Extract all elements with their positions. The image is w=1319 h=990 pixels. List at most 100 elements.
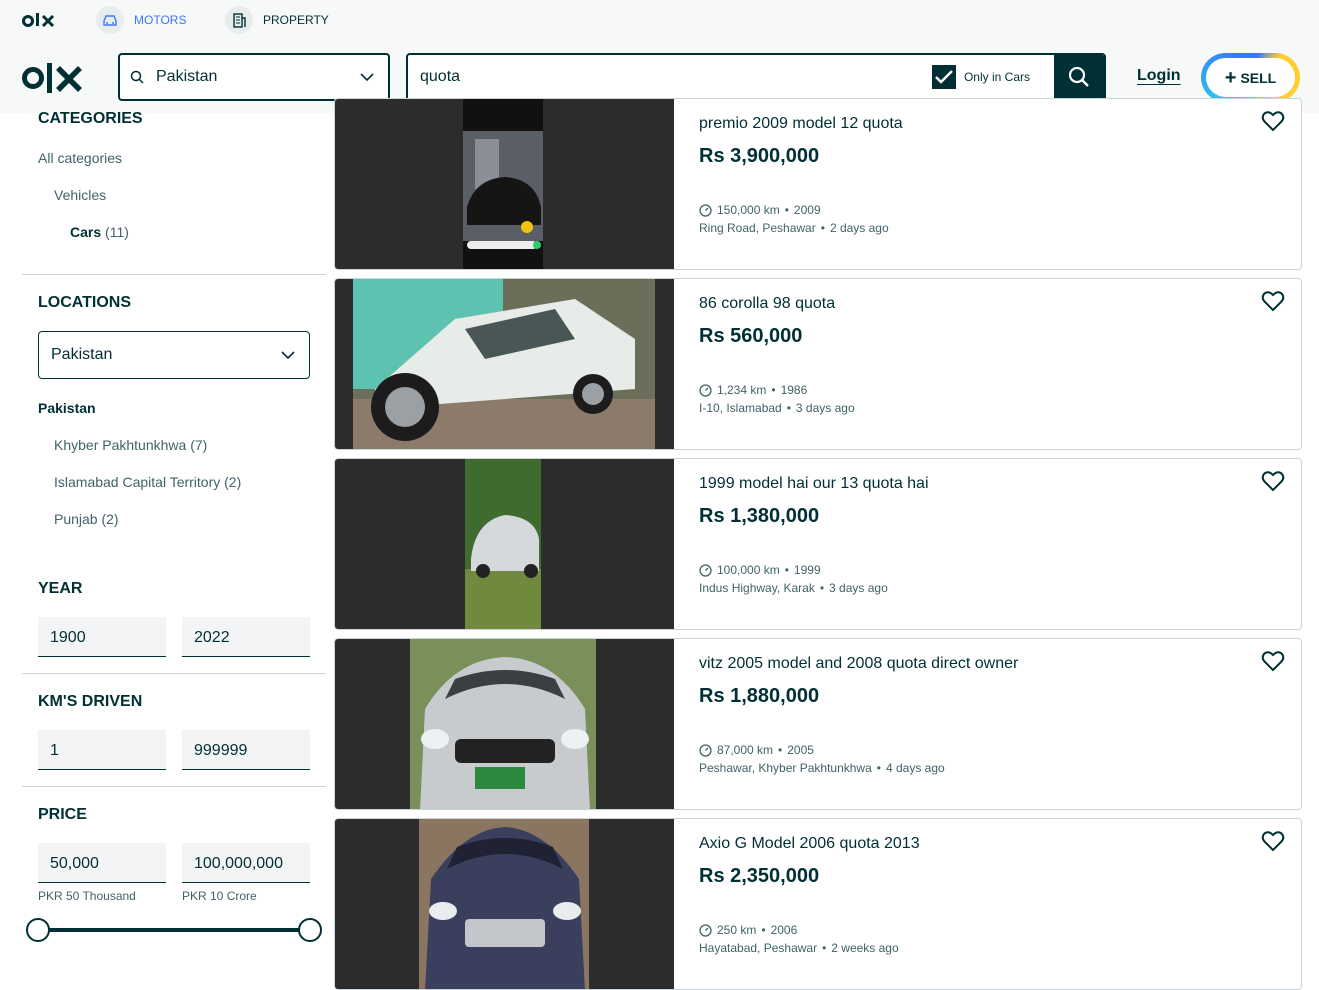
- heart-icon[interactable]: [1261, 649, 1285, 673]
- speedometer-icon: [699, 563, 712, 577]
- listing-price: Rs 560,000: [699, 325, 803, 347]
- listing-time: 2 days ago: [829, 221, 889, 235]
- region-link-islamabad[interactable]: Islamabad Capital Territory (2): [54, 474, 241, 490]
- heart-icon[interactable]: [1261, 469, 1285, 493]
- price-max-input[interactable]: 100,000,000: [182, 843, 310, 883]
- cars-category[interactable]: Cars (11): [70, 224, 129, 240]
- listing-location: Ring Road, Peshawar: [699, 221, 816, 235]
- location-select[interactable]: Pakistan: [118, 53, 390, 101]
- listing-meta: 100,000 km • 1999: [699, 563, 821, 577]
- only-in-cars-label: Only in Cars: [963, 70, 1030, 84]
- search-input[interactable]: quota: [408, 68, 932, 86]
- location-filter-select[interactable]: Pakistan: [38, 331, 310, 379]
- speedometer-icon: [699, 743, 712, 757]
- region-link-punjab[interactable]: Punjab (2): [54, 511, 119, 527]
- listing-km: 87,000 km: [717, 743, 774, 757]
- price-slider-min-handle[interactable]: [26, 918, 50, 942]
- listing-time: 3 days ago: [829, 581, 888, 595]
- nav-property-label: PROPERTY: [263, 13, 329, 27]
- listing-title[interactable]: 86 corolla 98 quota: [699, 295, 835, 313]
- listing-price: Rs 2,350,000: [699, 865, 820, 887]
- listing-card[interactable]: vitz 2005 model and 2008 quota direct ow…: [334, 638, 1302, 810]
- listing-km: 250 km: [717, 923, 757, 937]
- listing-title[interactable]: Axio G Model 2006 quota 2013: [699, 835, 920, 853]
- listing-location-row: I-10, Islamabad • 3 days ago: [699, 401, 855, 415]
- listing-year: 1986: [780, 383, 808, 397]
- heart-icon[interactable]: [1261, 829, 1285, 853]
- sell-label: SELL: [1240, 69, 1277, 86]
- categories-heading: CATEGORIES: [38, 110, 143, 127]
- listing-km: 100,000 km: [717, 563, 780, 577]
- price-max-hint: PKR 10 Crore: [182, 889, 257, 903]
- olx-logo-small[interactable]: [22, 10, 58, 30]
- listing-year: 1999: [793, 563, 821, 577]
- nav-property[interactable]: PROPERTY: [225, 6, 329, 34]
- speedometer-icon: [699, 203, 712, 217]
- listing-km: 1,234 km: [717, 383, 767, 397]
- price-heading: PRICE: [38, 806, 87, 823]
- search-button[interactable]: [1054, 55, 1104, 99]
- checkbox-checked[interactable]: [931, 65, 956, 89]
- km-max-input[interactable]: 999999: [182, 730, 310, 770]
- listing-photo[interactable]: [335, 639, 674, 809]
- price-slider-track[interactable]: [38, 928, 310, 932]
- location-filter-value: Pakistan: [51, 346, 113, 363]
- listing-location-row: Ring Road, Peshawar • 2 days ago: [699, 221, 889, 235]
- nav-motors[interactable]: MOTORS: [96, 6, 186, 34]
- listing-card[interactable]: 86 corolla 98 quota Rs 560,000 1,234 km •…: [334, 278, 1302, 450]
- location-group-label: Pakistan: [38, 400, 96, 416]
- listing-photo[interactable]: [335, 459, 674, 629]
- login-link[interactable]: Login: [1137, 67, 1181, 85]
- chevron-down-icon: [281, 351, 295, 359]
- header: MOTORS PROPERTY Pakistan quota Only in C…: [0, 0, 1319, 113]
- listing-title[interactable]: vitz 2005 model and 2008 quota direct ow…: [699, 655, 1018, 673]
- only-in-cars-toggle[interactable]: Only in Cars: [931, 65, 1030, 89]
- year-min-input[interactable]: 1900: [38, 617, 166, 657]
- price-slider-max-handle[interactable]: [298, 918, 322, 942]
- listing-meta: 250 km • 2006: [699, 923, 797, 937]
- listing-year: 2006: [770, 923, 798, 937]
- listing-year: 2005: [787, 743, 814, 757]
- listing-year: 2009: [793, 203, 821, 217]
- listing-location: Indus Highway, Karak: [699, 581, 815, 595]
- listing-title[interactable]: 1999 model hai our 13 quota hai: [699, 475, 929, 493]
- listing-time: 3 days ago: [795, 401, 855, 415]
- nav-motors-label: MOTORS: [134, 13, 187, 27]
- listing-location-row: Hayatabad, Peshawar • 2 weeks ago: [699, 941, 899, 955]
- heart-icon[interactable]: [1261, 289, 1285, 313]
- search-bar: quota Only in Cars: [406, 53, 1106, 101]
- vehicles-link[interactable]: Vehicles: [54, 187, 106, 203]
- all-categories-link[interactable]: All categories: [38, 150, 122, 166]
- divider: [22, 274, 326, 275]
- chevron-down-icon: [360, 73, 374, 81]
- olx-logo[interactable]: [22, 60, 84, 96]
- price-min-input[interactable]: 50,000: [38, 843, 166, 883]
- listing-price: Rs 3,900,000: [699, 145, 820, 167]
- km-heading: KM'S DRIVEN: [38, 693, 143, 710]
- year-max-input[interactable]: 2022: [182, 617, 310, 657]
- listing-card[interactable]: Axio G Model 2006 quota 2013 Rs 2,350,00…: [334, 818, 1302, 990]
- year-heading: YEAR: [38, 580, 83, 597]
- speedometer-icon: [699, 383, 712, 397]
- speedometer-icon: [699, 923, 712, 937]
- listing-photo[interactable]: [335, 279, 674, 449]
- listing-photo[interactable]: [335, 819, 674, 989]
- listing-price: Rs 1,380,000: [699, 505, 820, 527]
- listing-title[interactable]: premio 2009 model 12 quota: [699, 115, 903, 133]
- listing-location: Peshawar, Khyber Pakhtunkhwa: [699, 761, 872, 775]
- cars-count: (11): [105, 224, 129, 240]
- listing-photo[interactable]: [335, 99, 674, 269]
- listing-card[interactable]: premio 2009 model 12 quota Rs 3,900,000 …: [334, 98, 1302, 270]
- building-icon: [225, 6, 253, 34]
- heart-icon[interactable]: [1261, 109, 1285, 133]
- location-value: Pakistan: [156, 68, 218, 85]
- listing-card[interactable]: 1999 model hai our 13 quota hai Rs 1,380…: [334, 458, 1302, 630]
- locations-heading: LOCATIONS: [38, 294, 132, 311]
- sell-button[interactable]: + SELL: [1201, 53, 1300, 102]
- listing-km: 150,000 km: [717, 203, 780, 217]
- km-min-input[interactable]: 1: [38, 730, 166, 770]
- region-link-kpk[interactable]: Khyber Pakhtunkhwa (7): [54, 437, 207, 453]
- price-min-hint: PKR 50 Thousand: [38, 889, 136, 903]
- listing-time: 2 weeks ago: [831, 941, 899, 955]
- cars-label: Cars: [70, 224, 102, 240]
